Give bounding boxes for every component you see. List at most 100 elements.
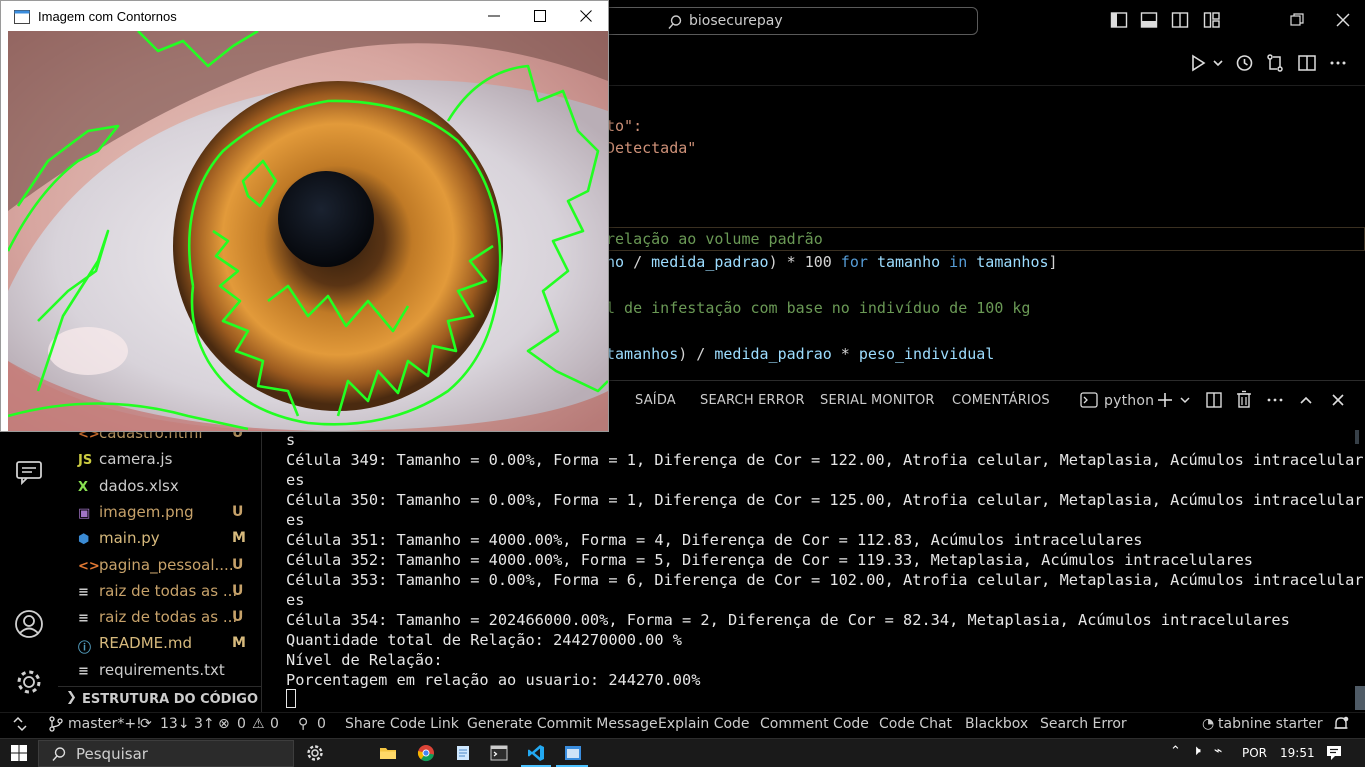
comments-icon[interactable] [15, 458, 43, 486]
terminal-line: Nível de Relação: [286, 651, 443, 669]
terminal-line: Célula 350: Tamanho = 0.00%, Forma = 1, … [286, 491, 1364, 509]
command-center-label: biosecurepay [689, 13, 783, 29]
toggle-panel-icon[interactable] [1140, 11, 1158, 29]
sync-icon: ⟳ [140, 716, 152, 732]
git-status-badge: U [232, 582, 244, 599]
more-actions-icon[interactable] [1328, 53, 1348, 73]
close-icon[interactable] [579, 9, 593, 23]
file-item[interactable]: README.md [99, 634, 192, 652]
maximize-panel-icon[interactable] [1297, 391, 1315, 409]
code-line[interactable]: to": [606, 115, 642, 137]
generate-commit-message[interactable]: Generate Commit Message [467, 716, 658, 732]
tab-search-error[interactable]: SEARCH ERROR [700, 393, 805, 408]
input-language[interactable]: POR [1242, 746, 1267, 760]
file-type-icon: X [78, 479, 89, 495]
file-item[interactable]: camera.js [99, 450, 172, 468]
run-icon[interactable] [1188, 53, 1208, 73]
code-line[interactable]: Detectada" [606, 137, 696, 159]
file-type-icon: ≡ [78, 663, 89, 679]
notifications-icon[interactable] [1325, 744, 1343, 762]
code-token: in [940, 253, 977, 271]
chrome-app-icon[interactable] [417, 744, 435, 762]
code-token: for [831, 253, 877, 271]
ports-count[interactable]: 0 [317, 716, 326, 732]
account-icon[interactable] [14, 609, 44, 639]
terminal-line: Célula 354: Tamanho = 202466000.00%, For… [286, 611, 1290, 629]
command-center[interactable]: biosecurepay [600, 7, 978, 35]
file-item[interactable]: imagem.png [99, 503, 194, 521]
gear-icon[interactable] [14, 667, 44, 697]
split-terminal-icon[interactable] [1205, 391, 1223, 409]
more-actions-icon[interactable] [1266, 391, 1284, 409]
file-item[interactable]: pagina_pessoal.... [99, 556, 234, 574]
git-sync-status[interactable]: 13↓ 3↑ [160, 716, 215, 732]
terminal-line: Célula 349: Tamanho = 0.00%, Forma = 1, … [286, 451, 1364, 469]
comment-code[interactable]: Comment Code [760, 716, 869, 732]
share-code-link[interactable]: Share Code Link [345, 716, 459, 732]
code-line[interactable]: ho / medida_padrao) * 100 for tamanho in… [606, 251, 1058, 273]
blackbox[interactable]: Blackbox [965, 716, 1028, 732]
toggle-secondary-sidebar-icon[interactable] [1171, 11, 1189, 29]
ports-icon: ⚲ [298, 716, 309, 732]
close-window-icon[interactable] [1334, 11, 1352, 29]
settings-app-icon[interactable] [306, 744, 324, 762]
compare-changes-icon[interactable] [1265, 53, 1285, 73]
git-status-badge: M [232, 635, 246, 652]
tab-serial-monitor[interactable]: SERIAL MONITOR [820, 393, 935, 408]
trash-icon[interactable] [1235, 390, 1253, 409]
tabnine-status[interactable]: tabnine starter [1218, 716, 1323, 732]
file-item[interactable]: requirements.txt [99, 661, 225, 679]
search-error[interactable]: Search Error [1040, 716, 1127, 732]
code-line[interactable]: l de infestação com base no indivíduo de… [606, 297, 1030, 319]
file-item[interactable]: raiz de todas as ... [99, 582, 237, 600]
file-item[interactable]: dados.xlsx [99, 477, 179, 495]
timeline-history-icon[interactable] [1234, 53, 1254, 73]
code-structure-title: ESTRUTURA DO CÓDIGO [82, 692, 259, 707]
clock-time[interactable]: 19:51 [1280, 746, 1315, 760]
maximize-icon[interactable] [533, 9, 547, 23]
git-branch[interactable]: master*+! [68, 716, 142, 732]
terminal-name[interactable]: python [1104, 393, 1154, 409]
close-panel-icon[interactable] [1329, 391, 1347, 409]
add-terminal-icon[interactable] [1156, 391, 1174, 409]
file-type-icon: <> [78, 558, 100, 574]
terminal-app-icon[interactable] [490, 744, 508, 762]
tab-comentarios[interactable]: COMENTÁRIOS [952, 393, 1050, 408]
warning-count[interactable]: 0 [270, 716, 279, 732]
git-status-badge: U [232, 556, 244, 573]
terminal-line: Célula 353: Tamanho = 0.00%, Forma = 6, … [286, 571, 1364, 589]
notepad-app-icon[interactable] [454, 744, 472, 762]
remote-icon[interactable] [12, 716, 28, 732]
error-count[interactable]: 0 [237, 716, 246, 732]
customize-layout-icon[interactable] [1203, 11, 1221, 29]
speaker-icon[interactable]: 🕨 [1192, 743, 1201, 759]
explain-code[interactable]: Explain Code [658, 716, 750, 732]
restore-window-icon[interactable] [1288, 11, 1306, 29]
vscode-app-icon[interactable] [527, 744, 545, 762]
file-type-icon: ▣ [78, 505, 91, 521]
taskbar-search[interactable]: Pesquisar [38, 740, 294, 767]
tab-saida[interactable]: SAÍDA [635, 393, 676, 408]
code-token: 100 [804, 253, 832, 271]
file-item[interactable]: main.py [99, 529, 160, 547]
minimize-icon[interactable] [487, 9, 501, 23]
windows-start-icon[interactable] [10, 744, 28, 762]
terminal-line: es [286, 471, 305, 489]
file-item[interactable]: raiz de todas as ... [99, 608, 237, 626]
file-type-icon: ⬢ [78, 532, 90, 548]
file-explorer-app-icon[interactable] [379, 744, 397, 762]
chevron-down-icon[interactable] [1177, 391, 1193, 409]
code-line[interactable]: relação ao volume padrão [606, 228, 823, 250]
terminal-scrollbar[interactable] [1355, 686, 1365, 710]
code-line[interactable]: tamanhos) / medida_padrao * peso_individ… [606, 343, 994, 365]
network-icon[interactable]: ⌁ [1214, 743, 1222, 759]
chevron-up-icon[interactable]: ⌃ [1170, 744, 1181, 759]
split-editor-icon[interactable] [1297, 53, 1317, 73]
opencv-window-app-icon[interactable] [564, 744, 582, 762]
bell-icon[interactable] [1332, 715, 1350, 733]
tabnine-icon: ◔ [1202, 716, 1215, 732]
chevron-down-icon[interactable] [1208, 53, 1228, 73]
code-structure-header[interactable]: ❯ ESTRUTURA DO CÓDIGO [58, 686, 262, 712]
code-chat[interactable]: Code Chat [879, 716, 952, 732]
toggle-primary-sidebar-icon[interactable] [1110, 11, 1128, 29]
